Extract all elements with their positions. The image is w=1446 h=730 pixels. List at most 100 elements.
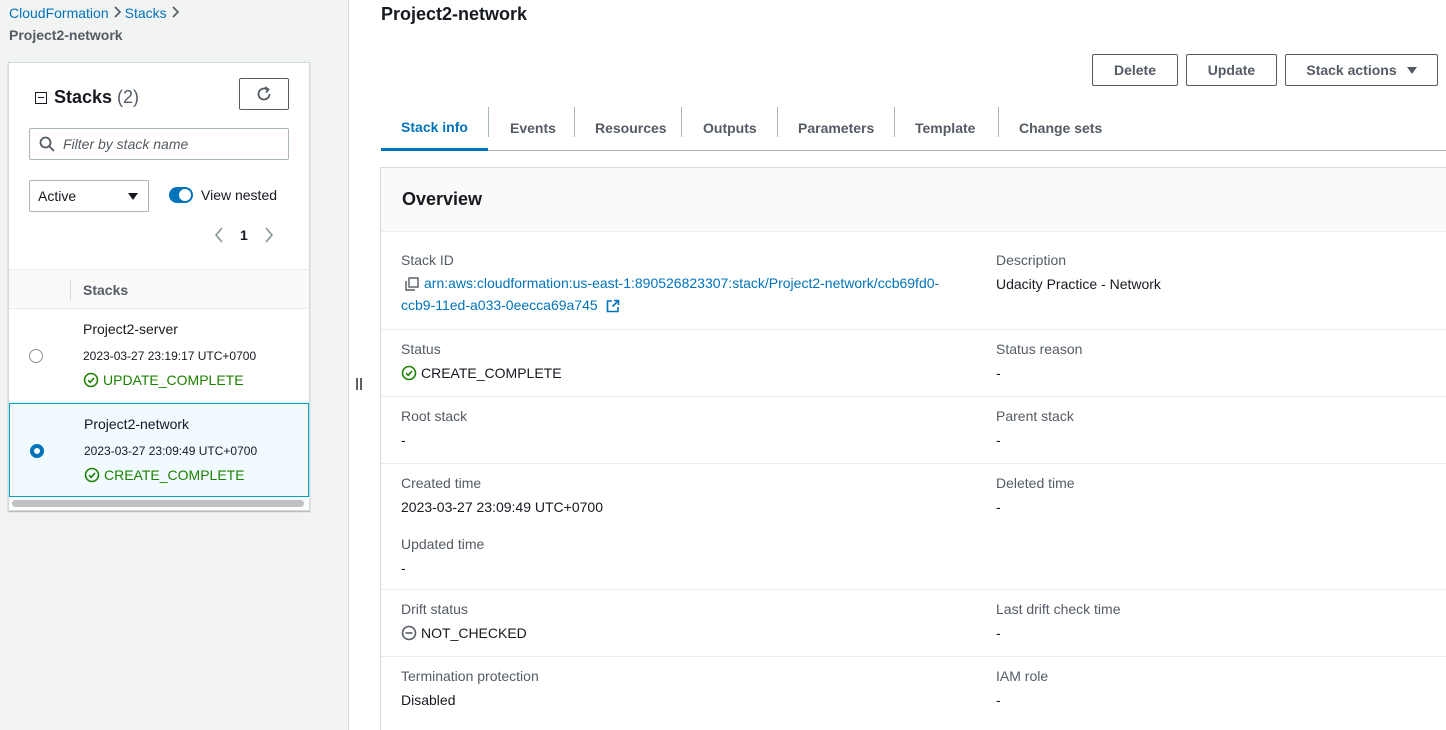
filter-stack-name-input[interactable] [63,136,273,152]
external-link-icon[interactable] [606,299,620,313]
drift-status-field: Drift status NOT_CHECKED [401,601,527,641]
panel-title: Stacks (2) [35,87,139,108]
update-button[interactable]: Update [1186,54,1277,86]
parent-stack-value: - [996,432,1001,448]
stack-id-field: Stack ID arn:aws:cloudformation:us-east-… [401,252,981,316]
created-time-field: Created time 2023-03-27 23:09:49 UTC+070… [401,475,603,515]
breadcrumb-stacks[interactable]: Stacks [125,5,167,21]
updated-time-field: Updated time - [401,536,484,576]
refresh-icon [257,86,271,101]
breadcrumb-current: Project2-network [9,27,123,43]
overview-container: Overview Stack ID arn:aws:cloudformation… [380,167,1446,730]
tab-separator [894,107,895,137]
status-field: Status CREATE_COMPLETE [401,341,562,381]
created-time-label: Created time [401,475,482,491]
filter-input-wrapper [29,128,289,160]
iam-role-field: IAM role - [996,668,1048,708]
column-header-stacks[interactable]: Stacks [83,282,128,298]
collapse-icon[interactable] [35,91,47,104]
stack-time: 2023-03-27 23:19:17 UTC+0700 [83,349,257,363]
caret-down-icon [128,192,138,200]
overview-title: Overview [381,168,1446,232]
tab-stack-info[interactable]: Stack info [381,105,488,151]
tab-bar: Stack info Events Resources Outputs Para… [381,105,1446,151]
termination-protection-field: Termination protection Disabled [401,668,539,708]
status-filter-value: Active [38,188,77,204]
pagination: 1 [214,227,274,243]
status-reason-label: Status reason [996,341,1083,357]
deleted-time-field: Deleted time - [996,475,1075,515]
stacks-panel: Stacks (2) Active View nested 1 Stacks [8,62,310,511]
status-reason-value: - [996,365,1001,381]
chevron-right-icon[interactable] [264,227,274,243]
row-radio[interactable] [29,349,43,363]
horizontal-scrollbar[interactable] [12,500,304,507]
root-stack-label: Root stack [401,408,468,424]
last-drift-field: Last drift check time - [996,601,1121,641]
row-radio-selected[interactable] [30,444,44,458]
resize-handle-icon[interactable] [355,377,363,394]
overview-row: Created time 2023-03-27 23:09:49 UTC+070… [381,464,1446,590]
tab-change-sets[interactable]: Change sets [1019,105,1102,150]
refresh-button[interactable] [239,78,289,110]
tab-separator [681,107,682,137]
description-field: Description Udacity Practice - Network [996,252,1161,292]
copy-icon[interactable] [405,277,419,291]
root-stack-value: - [401,432,406,448]
page-number[interactable]: 1 [240,227,248,243]
chevron-right-icon [167,4,183,22]
stack-name: Project2-server [83,321,178,337]
tab-separator [574,107,575,137]
overview-row: Stack ID arn:aws:cloudformation:us-east-… [381,232,1446,330]
stack-name: Project2-network [84,416,190,432]
deleted-time-value: - [996,499,1001,515]
overview-row: Drift status NOT_CHECKED Last drift chec… [381,590,1446,657]
caret-down-icon [1406,66,1417,74]
breadcrumb: CloudFormation Stacks Project2-network [9,4,183,44]
tab-parameters[interactable]: Parameters [798,105,874,150]
stack-actions-button[interactable]: Stack actions [1285,54,1438,86]
view-nested-toggle[interactable] [169,187,193,203]
stack-id-link-line1[interactable]: arn:aws:cloudformation:us-east-1:8905268… [424,275,939,291]
table-header: Stacks [9,269,309,309]
termination-protection-label: Termination protection [401,668,539,684]
delete-button[interactable]: Delete [1092,54,1178,86]
search-icon [39,136,55,152]
page-title: Project2-network [381,4,528,24]
column-divider [70,280,71,300]
updated-time-value: - [401,560,406,576]
status-reason-field: Status reason - [996,341,1082,381]
stack-count: (2) [117,87,140,107]
panel-title-text: Stacks [54,87,113,107]
view-nested-label: View nested [201,187,278,203]
chevron-left-icon[interactable] [214,227,224,243]
table-row-selected[interactable]: Project2-network 2023-03-27 23:09:49 UTC… [9,403,309,497]
created-time-value: 2023-03-27 23:09:49 UTC+0700 [401,499,603,515]
stack-status: UPDATE_COMPLETE [83,372,244,388]
overview-row: Root stack - Parent stack - [381,397,1446,464]
status-filter-select[interactable]: Active [29,180,149,212]
last-drift-label: Last drift check time [996,601,1121,617]
stacks-sidebar-area: CloudFormation Stacks Project2-network S… [0,0,362,730]
drift-status-label: Drift status [401,601,468,617]
status-value: CREATE_COMPLETE [421,365,562,381]
tab-separator [777,107,778,137]
root-stack-field: Root stack - [401,408,467,448]
breadcrumb-cloudformation[interactable]: CloudFormation [9,5,109,21]
stack-time: 2023-03-27 23:09:49 UTC+0700 [84,444,258,458]
tab-outputs[interactable]: Outputs [703,105,757,150]
success-icon [84,467,100,483]
stack-id-link-line2[interactable]: ccb9-11ed-a033-0eecca69a745 [401,297,598,313]
table-row[interactable]: Project2-server 2023-03-27 23:19:17 UTC+… [9,309,309,403]
iam-role-label: IAM role [996,668,1049,684]
tab-template[interactable]: Template [915,105,975,150]
chevron-right-icon [109,4,125,22]
success-icon [83,372,99,388]
status-label: Status [401,341,441,357]
tab-resources[interactable]: Resources [595,105,667,150]
drift-status-value: NOT_CHECKED [421,625,527,641]
tab-events[interactable]: Events [510,105,556,150]
stack-actions-label: Stack actions [1306,62,1397,78]
success-icon [401,365,417,381]
description-label: Description [996,252,1067,268]
